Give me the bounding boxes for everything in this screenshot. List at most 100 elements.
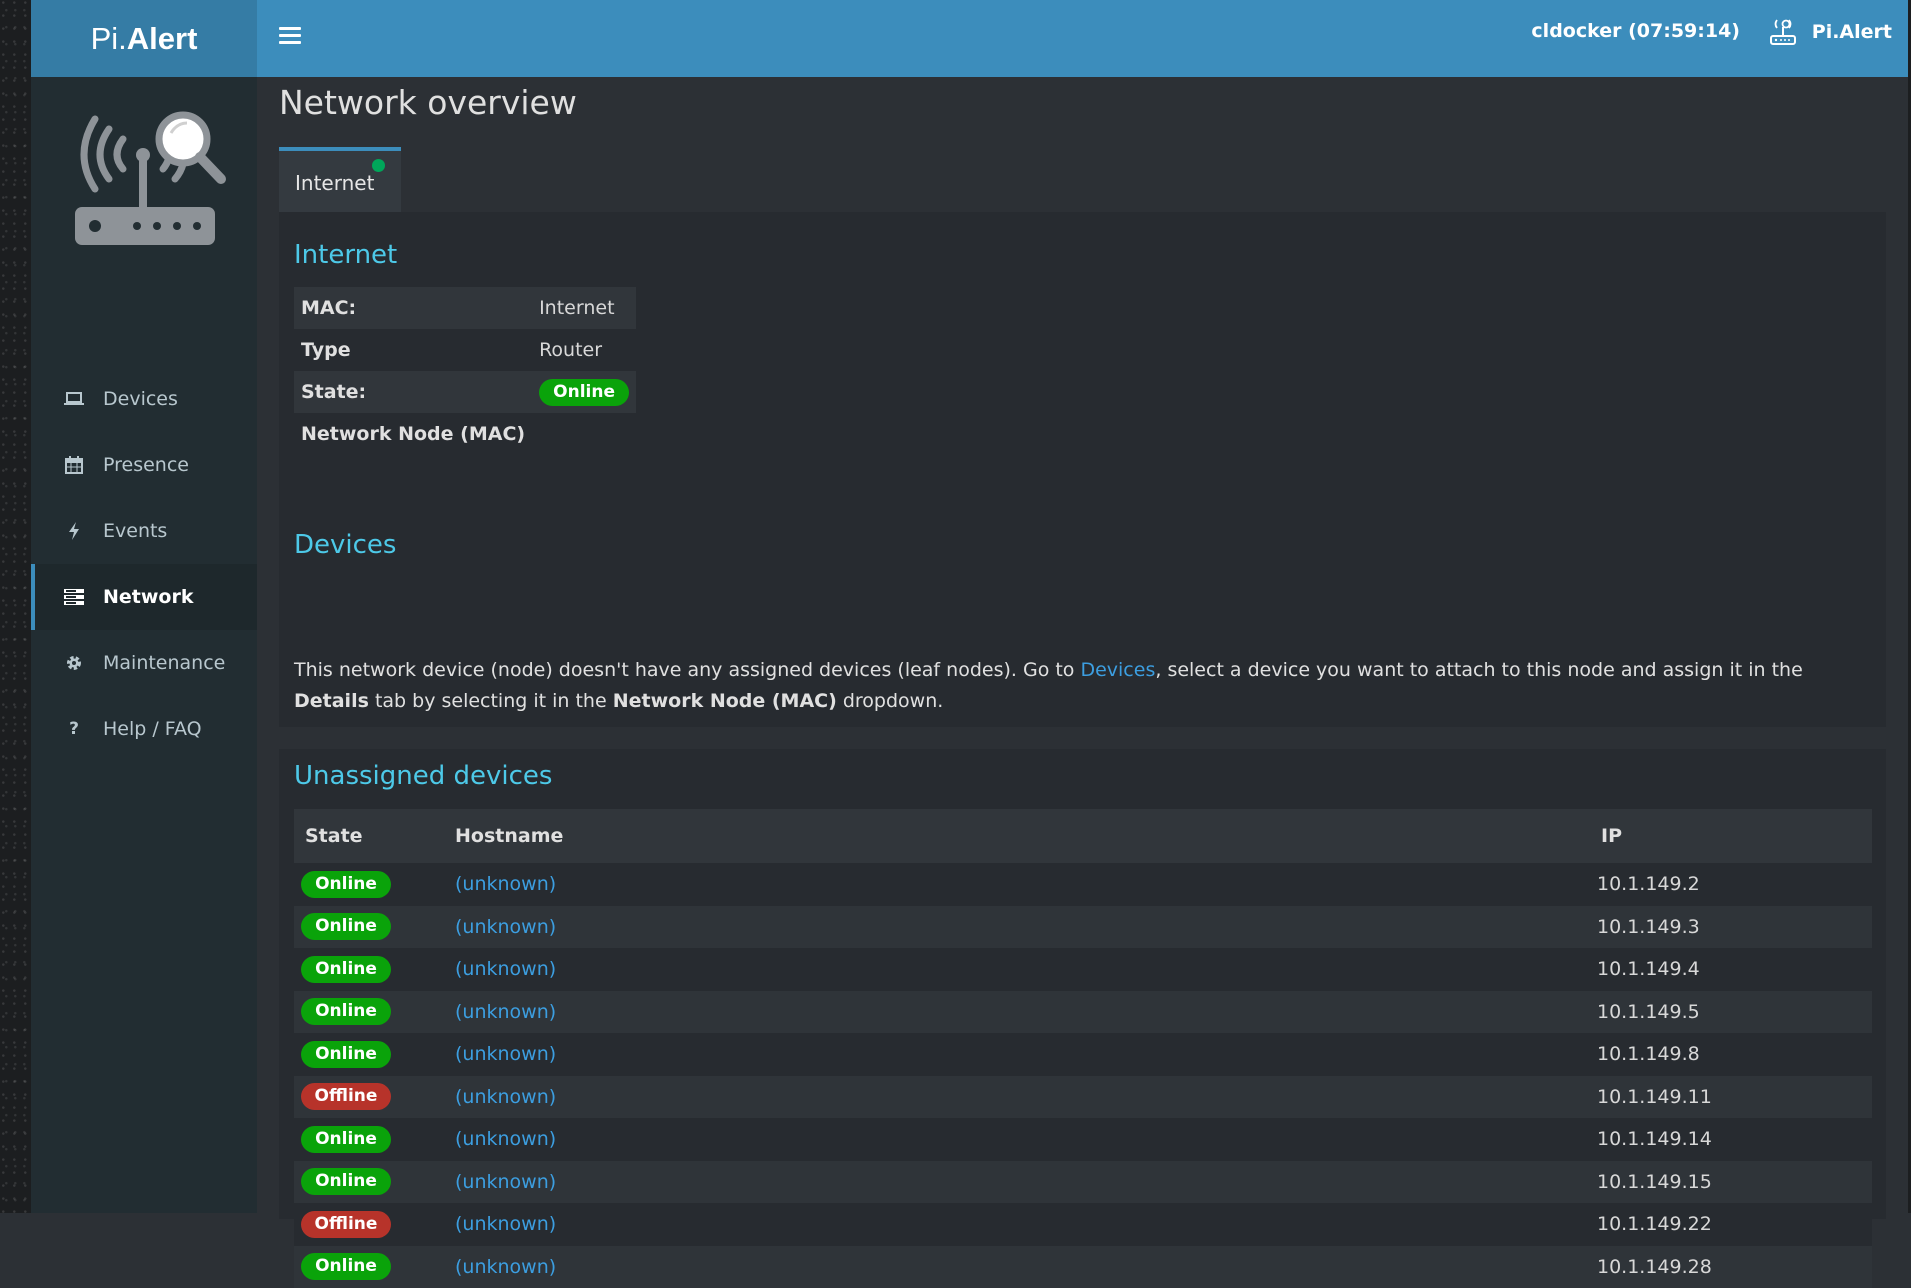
ip-cell: 10.1.149.5 [1590,991,1872,1034]
user-session-label[interactable]: cldocker (07:59:14) [1531,20,1740,42]
help-text-part: tab by selecting it in the [369,690,613,712]
status-badge: Online [301,913,391,940]
table-row[interactable]: Online (unknown) 10.1.149.15 [294,1161,1872,1204]
unassigned-devices-table: State Hostname IP Online (unknown) 10.1.14… [294,809,1872,1288]
ip-cell: 10.1.149.14 [1590,1118,1872,1161]
ip-cell: 10.1.149.28 [1590,1246,1872,1288]
table-row[interactable]: Online (unknown) 10.1.149.3 [294,906,1872,949]
sidebar: Devices Presence Events Network Maintena… [31,77,257,1213]
brand-menu[interactable]: Pi.Alert [1768,14,1892,50]
sidebar-item-network[interactable]: Network [31,564,257,630]
table-row[interactable]: Online (unknown) 10.1.149.5 [294,991,1872,1034]
sidebar-item-label: Devices [103,388,178,410]
table-row[interactable]: Offline(unknown)10.1.149.22 [294,1203,1872,1246]
devices-help-text: This network device (node) doesn't have … [294,655,1874,717]
node-panel: Internet MAC: Internet Type Router State… [279,212,1886,727]
sidebar-item-label: Maintenance [103,652,225,674]
devices-link[interactable]: Devices [1080,659,1155,681]
sidebar-item-devices[interactable]: Devices [31,366,257,432]
network-node-field-name: Network Node (MAC) [613,690,837,712]
hostname-link[interactable]: (unknown) [455,1001,556,1023]
table-row[interactable]: Online (unknown) 10.1.149.14 [294,1118,1872,1161]
bolt-icon [62,522,86,540]
hostname-link[interactable]: (unknown) [455,1086,556,1108]
table-body: Online (unknown) 10.1.149.2 Online (unknown)… [294,863,1872,1288]
logo-name: Alert [127,21,198,57]
status-badge: Offline [301,1083,391,1110]
main-content: Network overview Internet Internet MAC: … [257,77,1908,1213]
network-node-label: Network Node (MAC) [294,413,532,455]
column-header-ip[interactable]: IP [1590,809,1872,863]
devices-section-title: Devices [294,530,396,560]
table-row: Type Router [294,329,636,371]
unassigned-title: Unassigned devices [294,761,552,791]
table-row[interactable]: Online (unknown) 10.1.149.2 [294,863,1872,906]
gear-icon [62,654,86,672]
hostname-link[interactable]: (unknown) [455,1171,556,1193]
sidebar-nav: Devices Presence Events Network Maintena… [31,366,257,762]
sidebar-item-label: Presence [103,454,189,476]
hostname-link[interactable]: (unknown) [455,1043,556,1065]
hostname-link[interactable]: (unknown) [455,1128,556,1150]
hostname-link[interactable]: (unknown) [455,1256,556,1278]
status-badge: Online [301,1253,391,1280]
online-status-dot [372,159,385,172]
router-icon [1768,17,1798,47]
logo-prefix: Pi. [91,21,127,57]
menu-toggle-icon[interactable] [279,27,301,47]
details-tab-name: Details [294,690,369,712]
status-badge: Online [301,1126,391,1153]
sidebar-item-maintenance[interactable]: Maintenance [31,630,257,696]
sidebar-item-label: Network [103,586,193,608]
hostname-link[interactable]: (unknown) [455,1213,556,1235]
status-badge: Online [301,1168,391,1195]
laptop-icon [62,391,86,407]
state-label: State: [294,371,532,413]
table-row: MAC: Internet [294,287,636,329]
top-navbar: cldocker (07:59:14) Pi.Alert [257,0,1908,77]
status-badge: Online [301,998,391,1025]
status-badge: Online [301,871,391,898]
sidebar-item-help[interactable]: ? Help / FAQ [31,696,257,762]
tab-label: Internet [295,171,374,195]
help-text-part: dropdown. [837,690,944,712]
sidebar-item-label: Events [103,520,167,542]
column-header-hostname[interactable]: Hostname [444,809,1590,863]
ip-cell: 10.1.149.2 [1590,863,1872,906]
table-header-row: State Hostname IP [294,809,1872,863]
status-badge: Online [301,956,391,983]
sidebar-item-label: Help / FAQ [103,718,202,740]
pialert-router-logo-icon [71,107,241,257]
type-value: Router [532,329,636,371]
sidebar-item-presence[interactable]: Presence [31,432,257,498]
help-text-part: , select a device you want to attach to … [1155,659,1802,681]
hostname-link[interactable]: (unknown) [455,873,556,895]
hostname-link[interactable]: (unknown) [455,916,556,938]
table-row[interactable]: Online (unknown) 10.1.149.4 [294,948,1872,991]
status-badge: Online [301,1041,391,1068]
mac-value: Internet [532,287,636,329]
unassigned-devices-panel: Unassigned devices State Hostname IP Onl… [279,749,1886,1219]
network-node-value [532,413,636,455]
mac-label: MAC: [294,287,532,329]
brand-label: Pi.Alert [1812,21,1892,43]
ip-cell: 10.1.149.11 [1590,1076,1872,1119]
node-info-table: MAC: Internet Type Router State: Online … [294,287,636,455]
table-row[interactable]: Online (unknown) 10.1.149.28 [294,1246,1872,1288]
ip-cell: 10.1.149.3 [1590,906,1872,949]
ip-cell: 10.1.149.4 [1590,948,1872,991]
help-text-part: This network device (node) doesn't have … [294,659,1080,681]
server-icon [62,589,86,605]
desktop-background-strip [0,0,31,1213]
ip-cell: 10.1.149.22 [1590,1203,1872,1246]
table-row: Network Node (MAC) [294,413,636,455]
sidebar-item-events[interactable]: Events [31,498,257,564]
app-logo[interactable]: Pi.Alert [31,0,257,77]
table-row[interactable]: Online(unknown)10.1.149.8 [294,1033,1872,1076]
tab-internet[interactable]: Internet [279,147,401,212]
hostname-link[interactable]: (unknown) [455,958,556,980]
table-row[interactable]: Offline (unknown) 10.1.149.11 [294,1076,1872,1119]
ip-cell: 10.1.149.15 [1590,1161,1872,1204]
calendar-icon [62,456,86,474]
column-header-state[interactable]: State [294,809,444,863]
